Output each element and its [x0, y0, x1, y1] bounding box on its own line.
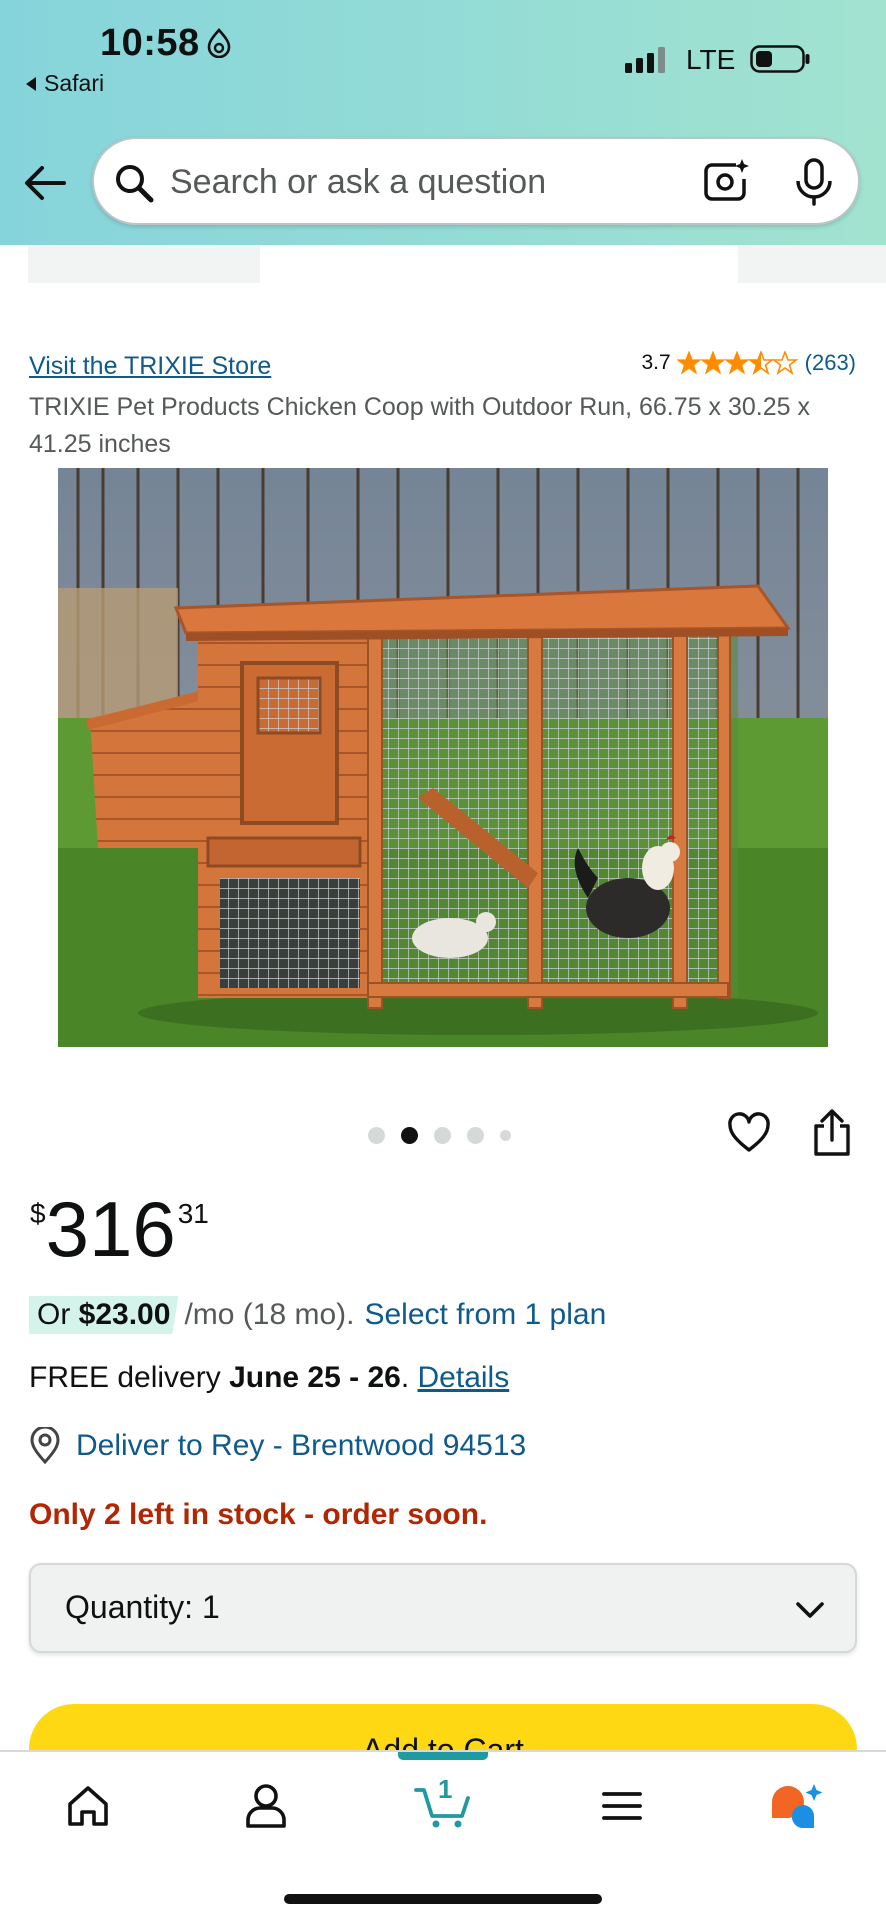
search-input[interactable]: Search or ask a question: [170, 163, 546, 202]
carousel-dot[interactable]: [368, 1127, 385, 1144]
quantity-value: 1: [201, 1589, 220, 1625]
product-image[interactable]: [58, 468, 828, 1047]
menu-icon[interactable]: [596, 1780, 648, 1832]
price-currency: $: [30, 1198, 46, 1229]
hotspot-icon: [207, 28, 231, 58]
monthly-term: /mo (18 mo).: [184, 1298, 355, 1331]
heart-icon[interactable]: [726, 1110, 772, 1156]
delivery-period: .: [400, 1361, 410, 1394]
back-arrow-icon[interactable]: [22, 160, 68, 206]
price-whole: 316: [45, 1185, 176, 1273]
camera-search-icon[interactable]: [702, 157, 750, 205]
quantity-label: Quantity: 1: [65, 1589, 220, 1626]
search-icon: [116, 165, 154, 203]
back-triangle-icon: [26, 76, 36, 91]
visit-store-link[interactable]: Visit the TRIXIE Store: [29, 352, 271, 381]
share-icon[interactable]: [810, 1108, 854, 1158]
monthly-payment: Or $23.00 /mo (18 mo). Select from 1 pla…: [29, 1296, 606, 1334]
delivery-info: FREE delivery June 25 - 26. Details: [29, 1361, 509, 1395]
carousel-dot[interactable]: [434, 1127, 451, 1144]
back-app-label: Safari: [44, 70, 105, 96]
network-label: LTE: [686, 44, 736, 75]
home-indicator: [284, 1894, 602, 1904]
location-pin-icon: [30, 1427, 60, 1465]
delivery-dates: June 25 - 26: [229, 1361, 401, 1394]
carousel-dot[interactable]: [500, 1130, 511, 1141]
app-header: 10:58 Safari LTE Search or ask a questio…: [0, 0, 886, 245]
price: $ 316 31: [30, 1190, 209, 1268]
deliver-to-text[interactable]: Deliver to Rey - Brentwood 94513: [76, 1429, 526, 1463]
review-count: (263): [804, 350, 856, 375]
rating-value: 3.7: [641, 351, 671, 374]
partial-banner-left: [28, 245, 260, 283]
bottom-nav: 1: [0, 1750, 886, 1920]
price-fraction: 31: [177, 1198, 209, 1229]
chevron-down-icon: [796, 1602, 824, 1618]
back-to-safari[interactable]: Safari: [26, 70, 104, 97]
active-tab-indicator: [398, 1752, 488, 1760]
account-icon[interactable]: [240, 1780, 292, 1832]
stock-warning: Only 2 left in stock - order soon.: [29, 1498, 488, 1531]
monthly-amount: $23.00: [78, 1298, 171, 1331]
product-title: TRIXIE Pet Products Chicken Coop with Ou…: [29, 393, 810, 458]
quantity-selector[interactable]: Quantity: 1: [29, 1563, 857, 1653]
microphone-icon[interactable]: [792, 157, 836, 207]
select-plan-link[interactable]: Select from 1 plan: [364, 1298, 606, 1332]
rufus-assistant-icon[interactable]: [766, 1780, 826, 1832]
carousel-dot[interactable]: [467, 1127, 484, 1144]
star-rating-icon: [677, 351, 797, 374]
home-icon[interactable]: [62, 1780, 114, 1832]
delivery-details-link[interactable]: Details: [418, 1361, 510, 1394]
quantity-label-text: Quantity:: [65, 1589, 194, 1625]
deliver-to-location[interactable]: Deliver to Rey - Brentwood 94513: [28, 1427, 526, 1465]
cart-count-badge: 1: [438, 1774, 453, 1804]
delivery-prefix: FREE delivery: [29, 1361, 221, 1394]
monthly-prefix: Or: [37, 1298, 71, 1331]
battery-icon: [750, 45, 810, 73]
rating-summary[interactable]: 3.7 (263): [641, 350, 856, 376]
image-carousel-dots[interactable]: [368, 1127, 511, 1144]
status-time: 10:58: [100, 22, 200, 64]
carousel-dot-active[interactable]: [401, 1127, 418, 1144]
search-bar[interactable]: Search or ask a question: [92, 137, 860, 225]
monthly-badge: Or $23.00: [29, 1296, 179, 1334]
partial-banner-right: [738, 245, 886, 283]
cellular-signal-icon: [625, 47, 665, 73]
